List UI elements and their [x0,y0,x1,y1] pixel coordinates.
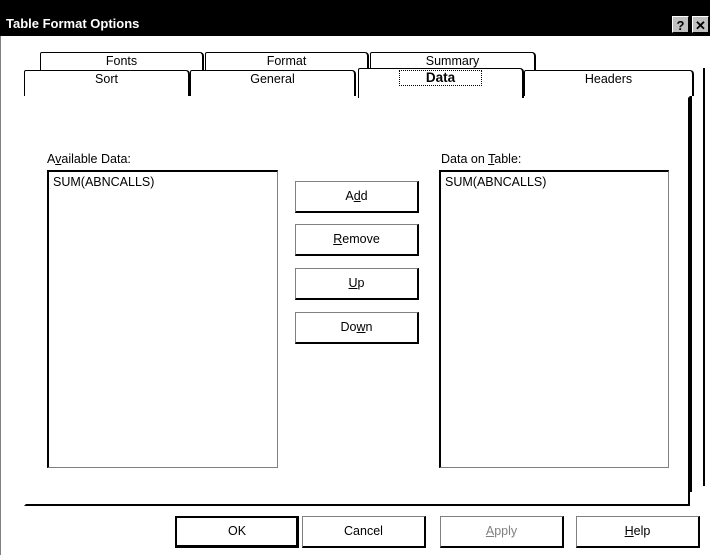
help-button[interactable]: Help [576,516,700,548]
tab-row-edge [703,68,705,486]
available-data-list[interactable]: SUM(ABNCALLS) [47,170,278,468]
tab-general[interactable]: General [190,70,356,96]
data-on-table-list[interactable]: SUM(ABNCALLS) [439,170,669,468]
tab-row-edge [690,80,692,492]
list-item[interactable]: SUM(ABNCALLS) [53,175,273,190]
ok-button[interactable]: OK [175,516,299,548]
available-data-label: Available Data: [47,152,131,166]
tab-data-label: Data [398,70,483,86]
window-title: Table Format Options [6,16,140,31]
close-icon[interactable]: ✕ [692,16,709,33]
up-button[interactable]: Up [295,268,419,300]
help-icon[interactable]: ? [672,16,689,33]
down-button[interactable]: Down [295,312,419,344]
tab-data[interactable]: Data [358,68,524,98]
remove-button[interactable]: Remove [295,224,419,256]
tab-sort[interactable]: Sort [24,70,190,96]
tab-headers[interactable]: Headers [524,70,694,96]
add-button[interactable]: Add [295,181,419,213]
cancel-button[interactable]: Cancel [302,516,426,548]
data-on-table-label: Data on Table: [441,152,522,166]
apply-button[interactable]: Apply [440,516,564,548]
list-item[interactable]: SUM(ABNCALLS) [445,175,664,190]
dialog-border [0,36,1,555]
